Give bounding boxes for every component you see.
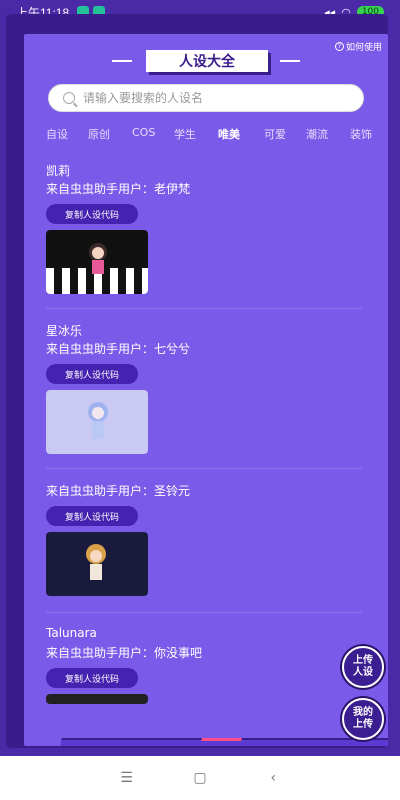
character-thumbnail[interactable] bbox=[46, 230, 148, 294]
help-link[interactable]: ? 如何使用 bbox=[334, 40, 382, 53]
character-thumbnail[interactable] bbox=[46, 532, 148, 596]
my-uploads-button[interactable]: 我的 上传 bbox=[342, 698, 384, 740]
question-icon: ? bbox=[334, 42, 344, 51]
list-item: 来自虫虫助手用户：圣铃元 复制人设代码 bbox=[46, 482, 376, 596]
list-item: Talunara 来自虫虫助手用户：你没事吧 复制人设代码 bbox=[46, 626, 376, 704]
category-tabs: 自设 原创 COS 学生 唯美 可爱 潮流 装饰 bbox=[24, 126, 388, 146]
character-image bbox=[46, 243, 148, 294]
copy-code-button[interactable]: 复制人设代码 bbox=[46, 506, 138, 526]
app-frame: 人设大全 ? 如何使用 自设 原创 COS 学生 唯美 可爱 潮流 装饰 凯莉 … bbox=[6, 14, 388, 748]
search-icon bbox=[63, 92, 75, 104]
item-author: 来自虫虫助手用户：七兮兮 bbox=[46, 342, 191, 356]
tab-weimei[interactable]: 唯美 bbox=[218, 126, 240, 142]
page-title: 人设大全 bbox=[146, 50, 268, 72]
search-bar[interactable] bbox=[48, 84, 364, 112]
item-name: Talunara bbox=[46, 626, 97, 640]
item-name: 星冰乐 bbox=[46, 324, 83, 338]
divider bbox=[46, 308, 362, 309]
copy-code-button[interactable]: 复制人设代码 bbox=[46, 668, 138, 688]
tab-cos[interactable]: COS bbox=[132, 126, 155, 139]
title-deco-right bbox=[280, 60, 300, 62]
tab-xuesheng[interactable]: 学生 bbox=[174, 126, 196, 142]
system-nav-bar: ☰ ▢ ‹ bbox=[0, 756, 400, 800]
bottom-accent bbox=[201, 738, 242, 741]
tab-keai[interactable]: 可爱 bbox=[264, 126, 286, 142]
item-author: 来自虫虫助手用户：你没事吧 bbox=[46, 646, 203, 660]
list-item: 星冰乐 来自虫虫助手用户：七兮兮 复制人设代码 bbox=[46, 322, 376, 454]
item-author: 来自虫虫助手用户：老伊梵 bbox=[46, 182, 191, 196]
copy-code-button[interactable]: 复制人设代码 bbox=[46, 204, 138, 224]
list-item: 凯莉 来自虫虫助手用户：老伊梵 复制人设代码 bbox=[46, 162, 376, 294]
item-author: 来自虫虫助手用户：圣铃元 bbox=[46, 484, 191, 498]
upload-character-button[interactable]: 上传 人设 bbox=[342, 646, 384, 688]
back-icon[interactable]: ‹ bbox=[265, 770, 281, 786]
character-image bbox=[86, 544, 106, 580]
bottom-decoration bbox=[58, 738, 388, 746]
my-uploads-label: 我的 上传 bbox=[353, 707, 373, 730]
divider bbox=[46, 468, 362, 469]
tab-zhuangshi[interactable]: 装饰 bbox=[350, 126, 372, 142]
title-deco-left bbox=[112, 60, 132, 62]
character-image bbox=[88, 402, 108, 439]
help-label: 如何使用 bbox=[345, 43, 382, 53]
character-thumbnail[interactable] bbox=[46, 694, 148, 704]
character-thumbnail[interactable] bbox=[46, 390, 148, 454]
title-area: 人设大全 bbox=[24, 50, 388, 76]
tab-zishe[interactable]: 自设 bbox=[46, 126, 68, 142]
search-input[interactable] bbox=[83, 91, 343, 105]
tab-yuanchuang[interactable]: 原创 bbox=[88, 126, 110, 142]
main-panel: 人设大全 ? 如何使用 自设 原创 COS 学生 唯美 可爱 潮流 装饰 凯莉 … bbox=[24, 34, 388, 746]
tab-chaoliu[interactable]: 潮流 bbox=[306, 126, 328, 142]
item-name: 凯莉 bbox=[46, 164, 71, 178]
menu-icon[interactable]: ☰ bbox=[119, 770, 135, 786]
home-icon[interactable]: ▢ bbox=[192, 770, 208, 786]
copy-code-button[interactable]: 复制人设代码 bbox=[46, 364, 138, 384]
upload-label: 上传 人设 bbox=[353, 655, 373, 678]
divider bbox=[46, 612, 362, 613]
